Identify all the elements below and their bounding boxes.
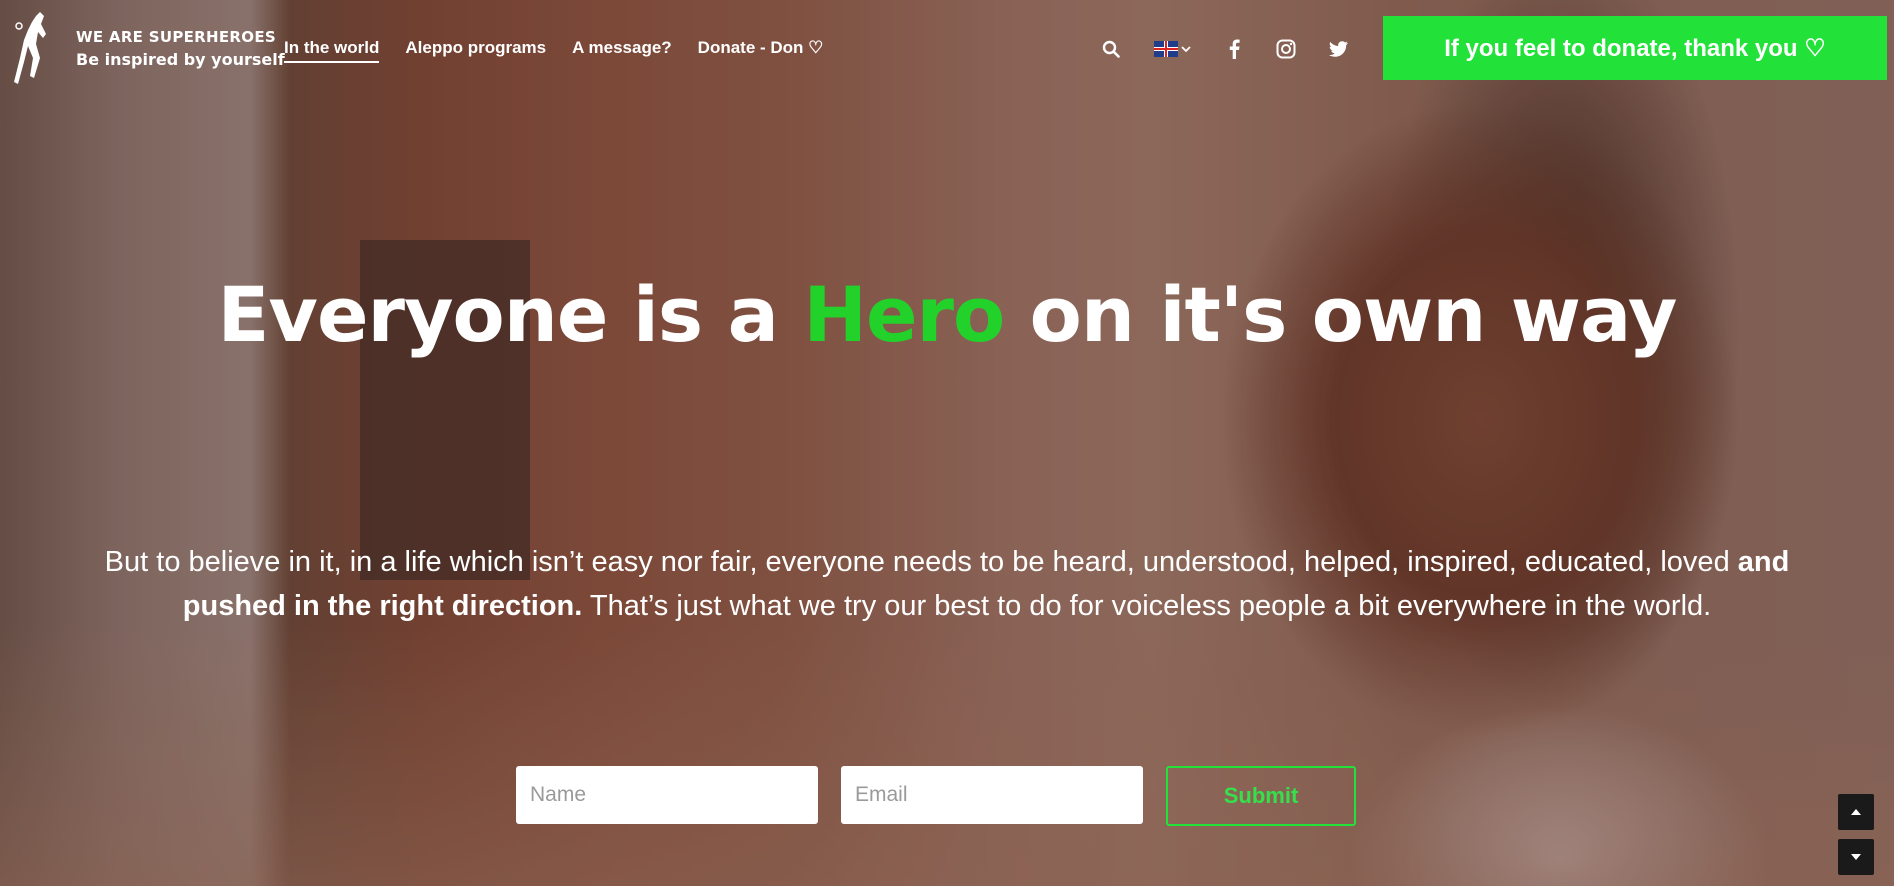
superhero-figure-icon <box>14 12 46 84</box>
email-input[interactable] <box>841 766 1143 824</box>
hero-headline: Everyone is a Hero on it's own way <box>0 270 1894 359</box>
headline-text-before: Everyone is a <box>217 270 804 359</box>
headline-highlight: Hero <box>803 270 1005 359</box>
arrow-down-icon <box>1851 854 1861 860</box>
name-input[interactable] <box>516 766 818 824</box>
description-part-2: That’s just what we try our best to do f… <box>582 590 1712 622</box>
header-tools <box>1098 36 1377 62</box>
nav-item-aleppo-programs[interactable]: Aleppo programs <box>405 38 546 63</box>
scroll-up-button[interactable] <box>1838 794 1874 830</box>
main-nav: In the world Aleppo programs A message? … <box>284 38 823 63</box>
signup-form: Submit <box>516 766 1356 826</box>
headline-text-after: on it's own way <box>1004 270 1678 359</box>
hero-description: But to believe in it, in a life which is… <box>90 540 1804 628</box>
site-logo[interactable]: WE ARE SUPERHEROES Be inspired by yourse… <box>10 10 285 88</box>
twitter-icon[interactable] <box>1325 36 1351 62</box>
nav-item-donate[interactable]: Donate - Don ♡ <box>698 38 824 63</box>
submit-button[interactable]: Submit <box>1166 766 1356 826</box>
language-selector[interactable] <box>1154 41 1191 57</box>
search-icon[interactable] <box>1098 36 1124 62</box>
instagram-icon[interactable] <box>1273 36 1299 62</box>
donate-button[interactable]: If you feel to donate, thank you ♡ <box>1383 16 1887 80</box>
uk-flag-icon <box>1154 41 1178 57</box>
brand-tagline: Be inspired by yourself <box>76 50 285 70</box>
arrow-up-icon <box>1851 809 1861 815</box>
scroll-down-button[interactable] <box>1838 839 1874 875</box>
nav-item-in-the-world[interactable]: In the world <box>284 38 380 63</box>
nav-item-a-message[interactable]: A message? <box>572 38 672 63</box>
chevron-down-icon <box>1181 46 1191 53</box>
hero-overlay <box>0 0 1894 886</box>
site-header: WE ARE SUPERHEROES Be inspired by yourse… <box>0 0 1894 98</box>
facebook-icon[interactable] <box>1221 36 1247 62</box>
brand-name: WE ARE SUPERHEROES <box>76 27 276 46</box>
description-part-1: But to believe in it, in a life which is… <box>104 546 1738 578</box>
